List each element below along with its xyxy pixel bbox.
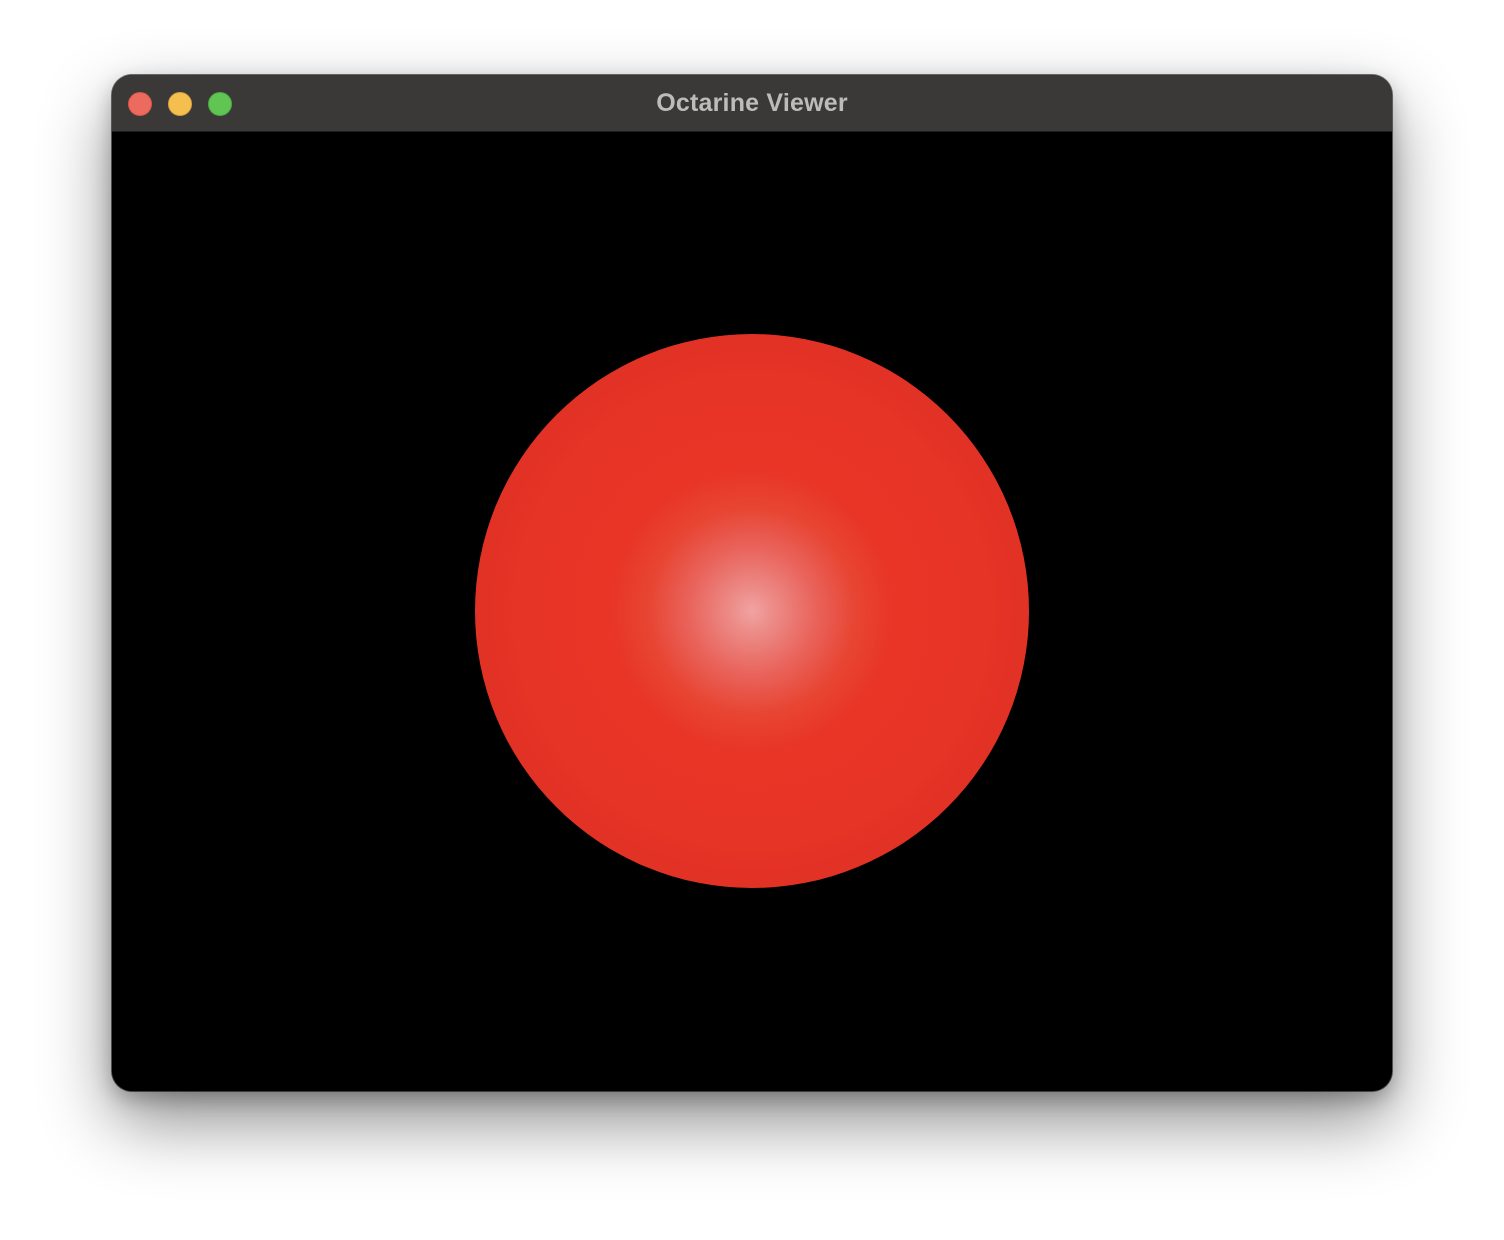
render-viewport[interactable]	[112, 132, 1392, 1091]
title-bar[interactable]: Octarine Viewer	[112, 75, 1392, 132]
rendered-sphere	[475, 334, 1029, 888]
window-title: Octarine Viewer	[656, 89, 848, 117]
app-window: Octarine Viewer	[112, 75, 1392, 1091]
